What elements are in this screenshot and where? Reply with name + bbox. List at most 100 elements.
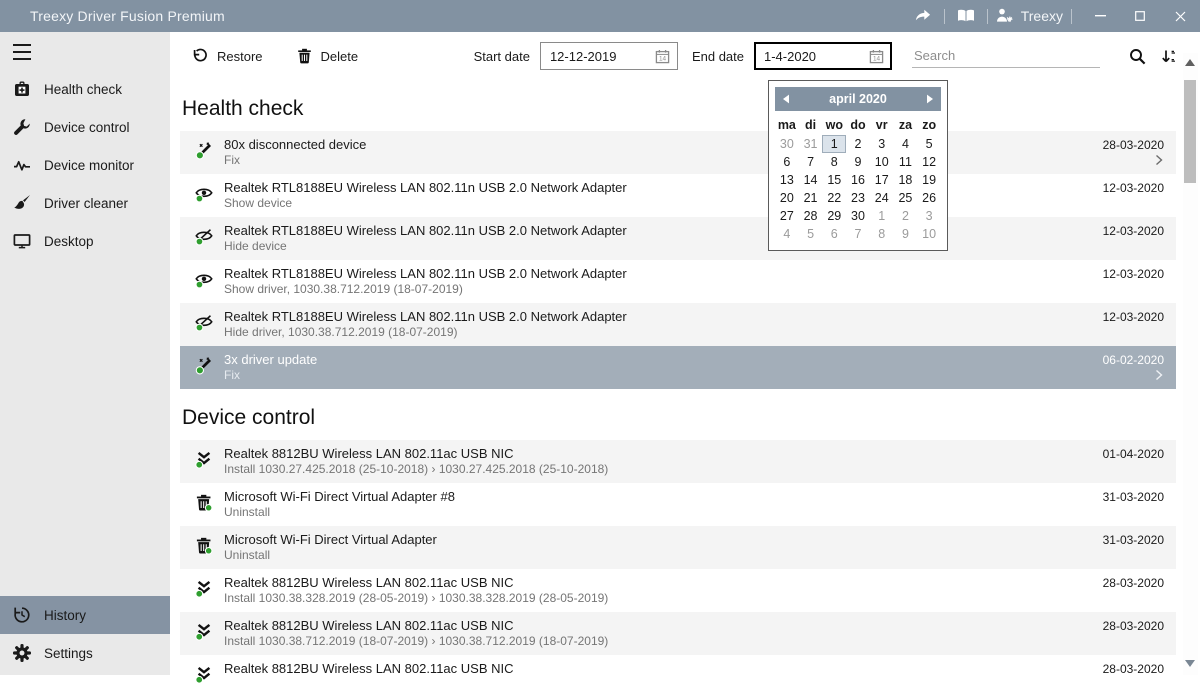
delete-button[interactable]: Delete xyxy=(297,48,359,64)
sidebar-item-desktop[interactable]: Desktop xyxy=(0,222,170,260)
search-input[interactable] xyxy=(912,44,1100,67)
start-date-value[interactable] xyxy=(548,48,655,65)
calendar-day[interactable]: 2 xyxy=(894,207,918,225)
calendar-day[interactable]: 8 xyxy=(870,225,894,243)
end-date-value[interactable] xyxy=(762,48,869,65)
sidebar-item-settings[interactable]: Settings xyxy=(0,634,170,672)
scroll-up-icon[interactable] xyxy=(1185,59,1195,66)
sidebar-item-history[interactable]: History xyxy=(0,596,170,634)
calendar-day[interactable]: 1 xyxy=(870,207,894,225)
calendar-day[interactable]: 27 xyxy=(775,207,799,225)
row-subtitle: Uninstall xyxy=(224,548,1066,563)
list-item[interactable]: 3x driver updateFix06-02-2020 xyxy=(180,346,1176,389)
list-item[interactable]: Realtek 8812BU Wireless LAN 802.11ac USB… xyxy=(180,569,1176,612)
calendar-day[interactable]: 6 xyxy=(775,153,799,171)
list-item[interactable]: Microsoft Wi-Fi Direct Virtual Adapter #… xyxy=(180,483,1176,526)
calendar-day[interactable]: 2 xyxy=(846,135,870,153)
calendar-day[interactable]: 25 xyxy=(894,189,918,207)
minimize-button[interactable] xyxy=(1080,0,1120,32)
sidebar-item-driver-cleaner[interactable]: Driver cleaner xyxy=(0,184,170,222)
calendar-day[interactable]: 24 xyxy=(870,189,894,207)
calendar-day[interactable]: 8 xyxy=(822,153,846,171)
search-icon[interactable] xyxy=(1124,43,1150,69)
calendar-day[interactable]: 19 xyxy=(917,171,941,189)
calendar-day[interactable]: 30 xyxy=(846,207,870,225)
calendar-day[interactable]: 7 xyxy=(799,153,823,171)
calendar-day[interactable]: 11 xyxy=(894,153,918,171)
search-field[interactable] xyxy=(912,44,1100,68)
calendar-day[interactable]: 28 xyxy=(799,207,823,225)
scrollbar[interactable] xyxy=(1183,53,1198,675)
restore-button[interactable]: Restore xyxy=(192,48,263,64)
row-title: Realtek 8812BU Wireless LAN 802.11ac USB… xyxy=(224,574,1066,591)
calendar-prev-icon[interactable] xyxy=(782,94,790,104)
calendar-day[interactable]: 9 xyxy=(894,225,918,243)
book-icon[interactable] xyxy=(953,0,979,32)
calendar-day[interactable]: 14 xyxy=(799,171,823,189)
calendar-day[interactable]: 31 xyxy=(799,135,823,153)
end-date-input[interactable]: 14 xyxy=(754,42,892,70)
calendar-day[interactable]: 3 xyxy=(870,135,894,153)
calendar-day[interactable]: 6 xyxy=(822,225,846,243)
account-name: Treexy xyxy=(1021,8,1063,24)
calendar-day[interactable]: 26 xyxy=(917,189,941,207)
start-date-input[interactable]: 14 xyxy=(540,42,678,70)
sidebar-item-device-monitor[interactable]: Device monitor xyxy=(0,146,170,184)
calendar-day[interactable]: 17 xyxy=(870,171,894,189)
calendar-day[interactable]: 23 xyxy=(846,189,870,207)
svg-text:14: 14 xyxy=(659,55,667,62)
calendar-day[interactable]: 18 xyxy=(894,171,918,189)
chevron-right-icon[interactable] xyxy=(1155,369,1163,381)
scroll-down-icon[interactable] xyxy=(1185,660,1195,667)
list-item[interactable]: Realtek RTL8188EU Wireless LAN 802.11n U… xyxy=(180,174,1176,217)
maximize-button[interactable] xyxy=(1120,0,1160,32)
calendar-day[interactable]: 7 xyxy=(846,225,870,243)
calendar-day[interactable]: 4 xyxy=(894,135,918,153)
list-item[interactable]: 80x disconnected deviceFix28-03-2020 xyxy=(180,131,1176,174)
calendar-day[interactable]: 20 xyxy=(775,189,799,207)
divider xyxy=(987,9,988,24)
calendar-day[interactable]: 12 xyxy=(917,153,941,171)
scrollbar-thumb[interactable] xyxy=(1184,80,1196,183)
calendar-day[interactable]: 9 xyxy=(846,153,870,171)
calendar-day[interactable]: 5 xyxy=(799,225,823,243)
menu-icon[interactable] xyxy=(13,44,31,60)
user-gear-icon xyxy=(996,8,1014,24)
list-item[interactable]: Realtek 8812BU Wireless LAN 802.11ac USB… xyxy=(180,440,1176,483)
close-button[interactable] xyxy=(1160,0,1200,32)
row-title: Microsoft Wi-Fi Direct Virtual Adapter xyxy=(224,531,1066,548)
row-subtitle: Show driver, 1030.38.712.2019 (18-07-201… xyxy=(224,282,1066,297)
calendar-month-label[interactable]: april 2020 xyxy=(790,92,926,106)
calendar-day[interactable]: 29 xyxy=(822,207,846,225)
calendar-day[interactable]: 10 xyxy=(917,225,941,243)
share-icon[interactable] xyxy=(910,0,936,32)
account-button[interactable]: Treexy xyxy=(996,8,1063,24)
calendar-day[interactable]: 4 xyxy=(775,225,799,243)
calendar-day[interactable]: 16 xyxy=(846,171,870,189)
calendar-day[interactable]: 21 xyxy=(799,189,823,207)
row-date: 01-04-2020 xyxy=(1103,447,1164,461)
list-item[interactable]: Microsoft Wi-Fi Direct Virtual AdapterUn… xyxy=(180,526,1176,569)
calendar-day[interactable]: 22 xyxy=(822,189,846,207)
row-subtitle: Install 1030.38.712.2019 (18-07-2019) › … xyxy=(224,634,1066,649)
list-item[interactable]: Realtek RTL8188EU Wireless LAN 802.11n U… xyxy=(180,303,1176,346)
list-item[interactable]: Realtek RTL8188EU Wireless LAN 802.11n U… xyxy=(180,260,1176,303)
section-rows: 80x disconnected deviceFix28-03-2020Real… xyxy=(170,131,1200,389)
calendar-day[interactable]: 13 xyxy=(775,171,799,189)
chevron-right-icon[interactable] xyxy=(1155,154,1163,166)
list-item[interactable]: Realtek 8812BU Wireless LAN 802.11ac USB… xyxy=(180,655,1176,698)
calendar-day[interactable]: 30 xyxy=(775,135,799,153)
calendar-icon[interactable]: 14 xyxy=(869,49,884,64)
calendar-day-selected[interactable]: 1 xyxy=(822,135,846,153)
calendar-icon[interactable]: 14 xyxy=(655,49,670,64)
sidebar-item-device-control[interactable]: Device control xyxy=(0,108,170,146)
calendar-day[interactable]: 3 xyxy=(917,207,941,225)
calendar-day[interactable]: 15 xyxy=(822,171,846,189)
calendar-next-icon[interactable] xyxy=(926,94,934,104)
list-item[interactable]: Realtek RTL8188EU Wireless LAN 802.11n U… xyxy=(180,217,1176,260)
sort-icon[interactable] xyxy=(1156,43,1182,69)
list-item[interactable]: Realtek 8812BU Wireless LAN 802.11ac USB… xyxy=(180,612,1176,655)
calendar-day[interactable]: 10 xyxy=(870,153,894,171)
sidebar-item-health-check[interactable]: Health check xyxy=(0,70,170,108)
calendar-day[interactable]: 5 xyxy=(917,135,941,153)
